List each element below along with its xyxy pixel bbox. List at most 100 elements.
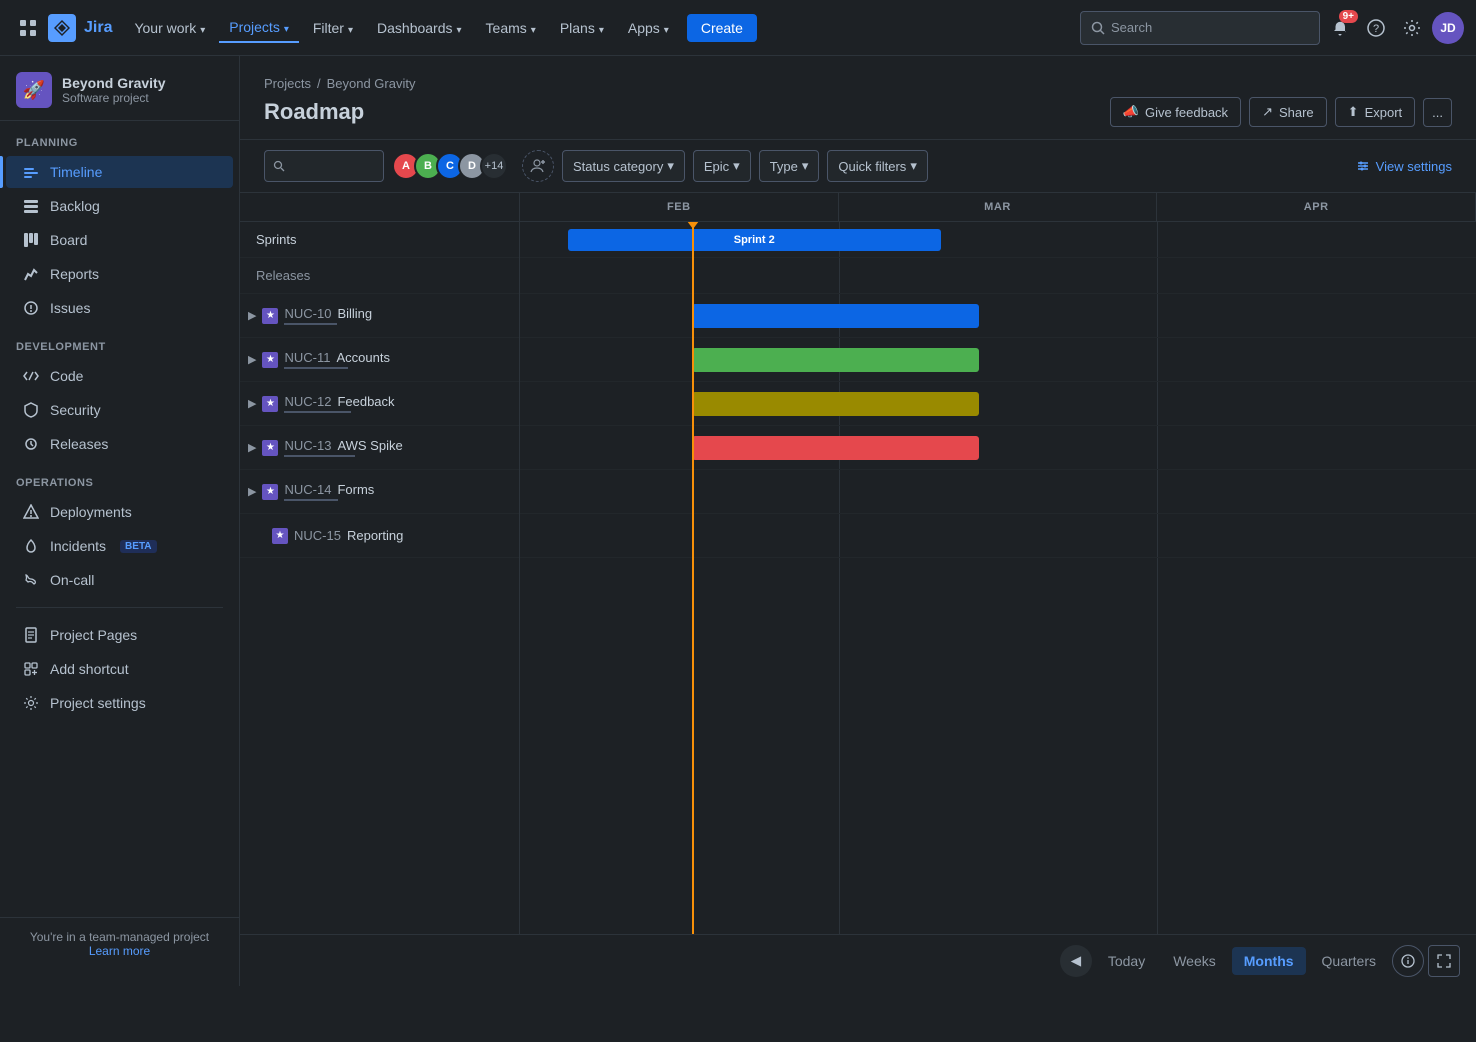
gantt-row-nuc14 (520, 470, 1476, 514)
filter-nav[interactable]: Filter (303, 14, 363, 42)
sidebar-label-project-pages: Project Pages (50, 627, 137, 643)
chevron-icon: ▾ (910, 158, 917, 174)
sidebar-item-backlog[interactable]: Backlog (6, 190, 233, 222)
sidebar-item-reports[interactable]: Reports (6, 258, 233, 290)
sidebar-item-timeline[interactable]: Timeline (6, 156, 233, 188)
chevron-icon: ▾ (802, 158, 809, 174)
table-row[interactable]: ▶ ★ NUC-11 Accounts (240, 338, 519, 382)
sidebar-item-board[interactable]: Board (6, 224, 233, 256)
pages-icon (22, 626, 40, 644)
create-button[interactable]: Create (687, 14, 757, 42)
gantt-rows-container: Sprint 2 (520, 222, 1476, 934)
sidebar-label-project-settings: Project settings (50, 695, 146, 711)
sidebar-item-add-shortcut[interactable]: Add shortcut (6, 653, 233, 685)
help-button[interactable]: ? (1360, 12, 1392, 44)
weeks-button[interactable]: Weeks (1161, 947, 1228, 975)
months-button[interactable]: Months (1232, 947, 1306, 975)
task-bar-nuc12[interactable] (692, 392, 979, 416)
page-title: Roadmap (264, 99, 364, 125)
table-row[interactable]: ▶ ★ NUC-12 Feedback (240, 382, 519, 426)
sidebar-item-project-settings[interactable]: Project settings (6, 687, 233, 719)
your-work-nav[interactable]: Your work (124, 14, 215, 42)
today-button[interactable]: Today (1096, 947, 1157, 975)
notifications-button[interactable]: 9+ (1324, 12, 1356, 44)
sidebar-label-issues: Issues (50, 300, 90, 316)
quarters-button[interactable]: Quarters (1310, 947, 1388, 975)
export-button[interactable]: ⬆ Export (1335, 97, 1415, 127)
gantt-header: FEB MAR APR (240, 193, 1476, 222)
teams-nav[interactable]: Teams (476, 14, 546, 42)
table-row[interactable]: ▶ ★ NUC-13 AWS Spike (240, 426, 519, 470)
row-underline (284, 411, 350, 413)
sidebar-item-project-pages[interactable]: Project Pages (6, 619, 233, 651)
dashboards-nav[interactable]: Dashboards (367, 14, 472, 42)
page-actions: 📣 Give feedback ↗ Share ⬆ Export ... (1110, 97, 1452, 127)
plans-nav[interactable]: Plans (550, 14, 614, 42)
security-icon (22, 401, 40, 419)
settings-button[interactable] (1396, 12, 1428, 44)
expand-icon[interactable]: ▶ (248, 397, 256, 410)
incidents-beta-badge: BETA (120, 540, 156, 553)
timeline-icon (22, 163, 40, 181)
sidebar-divider (16, 607, 223, 608)
sidebar-item-oncall[interactable]: On-call (6, 564, 233, 596)
sidebar-item-issues[interactable]: Issues (6, 292, 233, 324)
gantt-left-labels: Sprints Releases ▶ ★ NUC-10 Billing (240, 222, 520, 934)
page-header: Projects / Beyond Gravity Roadmap 📣 Give… (240, 56, 1476, 140)
learn-more-link[interactable]: Learn more (89, 944, 150, 958)
backlog-icon (22, 197, 40, 215)
sidebar-item-code[interactable]: Code (6, 360, 233, 392)
operations-section-label: OPERATIONS (0, 461, 239, 495)
search-bar[interactable]: Search (1080, 11, 1320, 45)
task-bar-nuc13[interactable] (692, 436, 979, 460)
sidebar-label-add-shortcut: Add shortcut (50, 661, 129, 677)
apps-nav[interactable]: Apps (618, 14, 679, 42)
table-row[interactable]: ▶ ★ NUC-14 Forms (240, 470, 519, 514)
fullscreen-button[interactable] (1428, 945, 1460, 977)
add-assignee-button[interactable] (522, 150, 554, 182)
type-filter[interactable]: Type ▾ (759, 150, 820, 182)
sidebar-label-deployments: Deployments (50, 504, 132, 520)
sidebar-item-releases[interactable]: Releases (6, 428, 233, 460)
row-underline (284, 367, 347, 369)
more-actions-button[interactable]: ... (1423, 98, 1452, 127)
timeline-nav-back[interactable]: ◀ (1060, 945, 1092, 977)
gantt-month-apr: APR (1157, 193, 1476, 221)
breadcrumb-projects[interactable]: Projects (264, 76, 311, 91)
status-category-filter[interactable]: Status category ▾ (562, 150, 685, 182)
sidebar-item-incidents[interactable]: Incidents BETA (6, 530, 233, 562)
table-row[interactable]: ★ NUC-15 Reporting (240, 514, 519, 558)
table-row[interactable]: ▶ ★ NUC-10 Billing (240, 294, 519, 338)
gantt-search[interactable] (264, 150, 384, 182)
quick-filters[interactable]: Quick filters ▾ (827, 150, 927, 182)
grid-menu-button[interactable] (12, 12, 44, 44)
user-avatar[interactable]: JD (1432, 12, 1464, 44)
project-type: Software project (62, 91, 223, 105)
task-bar-nuc10[interactable] (692, 304, 979, 328)
info-icon (1401, 954, 1415, 968)
sidebar-label-releases: Releases (50, 436, 108, 452)
expand-icon[interactable]: ▶ (248, 441, 256, 454)
expand-icon (1437, 954, 1451, 968)
expand-icon[interactable]: ▶ (248, 485, 256, 498)
expand-icon[interactable]: ▶ (248, 353, 256, 366)
expand-icon[interactable]: ▶ (248, 309, 256, 322)
sidebar-item-security[interactable]: Security (6, 394, 233, 426)
main-content: Projects / Beyond Gravity Roadmap 📣 Give… (240, 56, 1476, 986)
task-bar-nuc11[interactable] (692, 348, 979, 372)
issues-icon (22, 299, 40, 317)
epic-filter[interactable]: Epic ▾ (693, 150, 751, 182)
page-title-row: Roadmap 📣 Give feedback ↗ Share ⬆ Export… (264, 97, 1452, 127)
projects-nav[interactable]: Projects (219, 13, 299, 43)
sidebar: 🚀 Beyond Gravity Software project PLANNI… (0, 56, 240, 986)
gantt-left-header (240, 193, 520, 221)
info-button[interactable] (1392, 945, 1424, 977)
share-button[interactable]: ↗ Share (1249, 97, 1327, 127)
sidebar-label-oncall: On-call (50, 572, 94, 588)
breadcrumb-project[interactable]: Beyond Gravity (327, 76, 416, 91)
reports-icon (22, 265, 40, 283)
view-settings-button[interactable]: View settings (1356, 159, 1452, 174)
sidebar-label-timeline: Timeline (50, 164, 102, 180)
give-feedback-button[interactable]: 📣 Give feedback (1110, 97, 1241, 127)
sidebar-item-deployments[interactable]: Deployments (6, 496, 233, 528)
